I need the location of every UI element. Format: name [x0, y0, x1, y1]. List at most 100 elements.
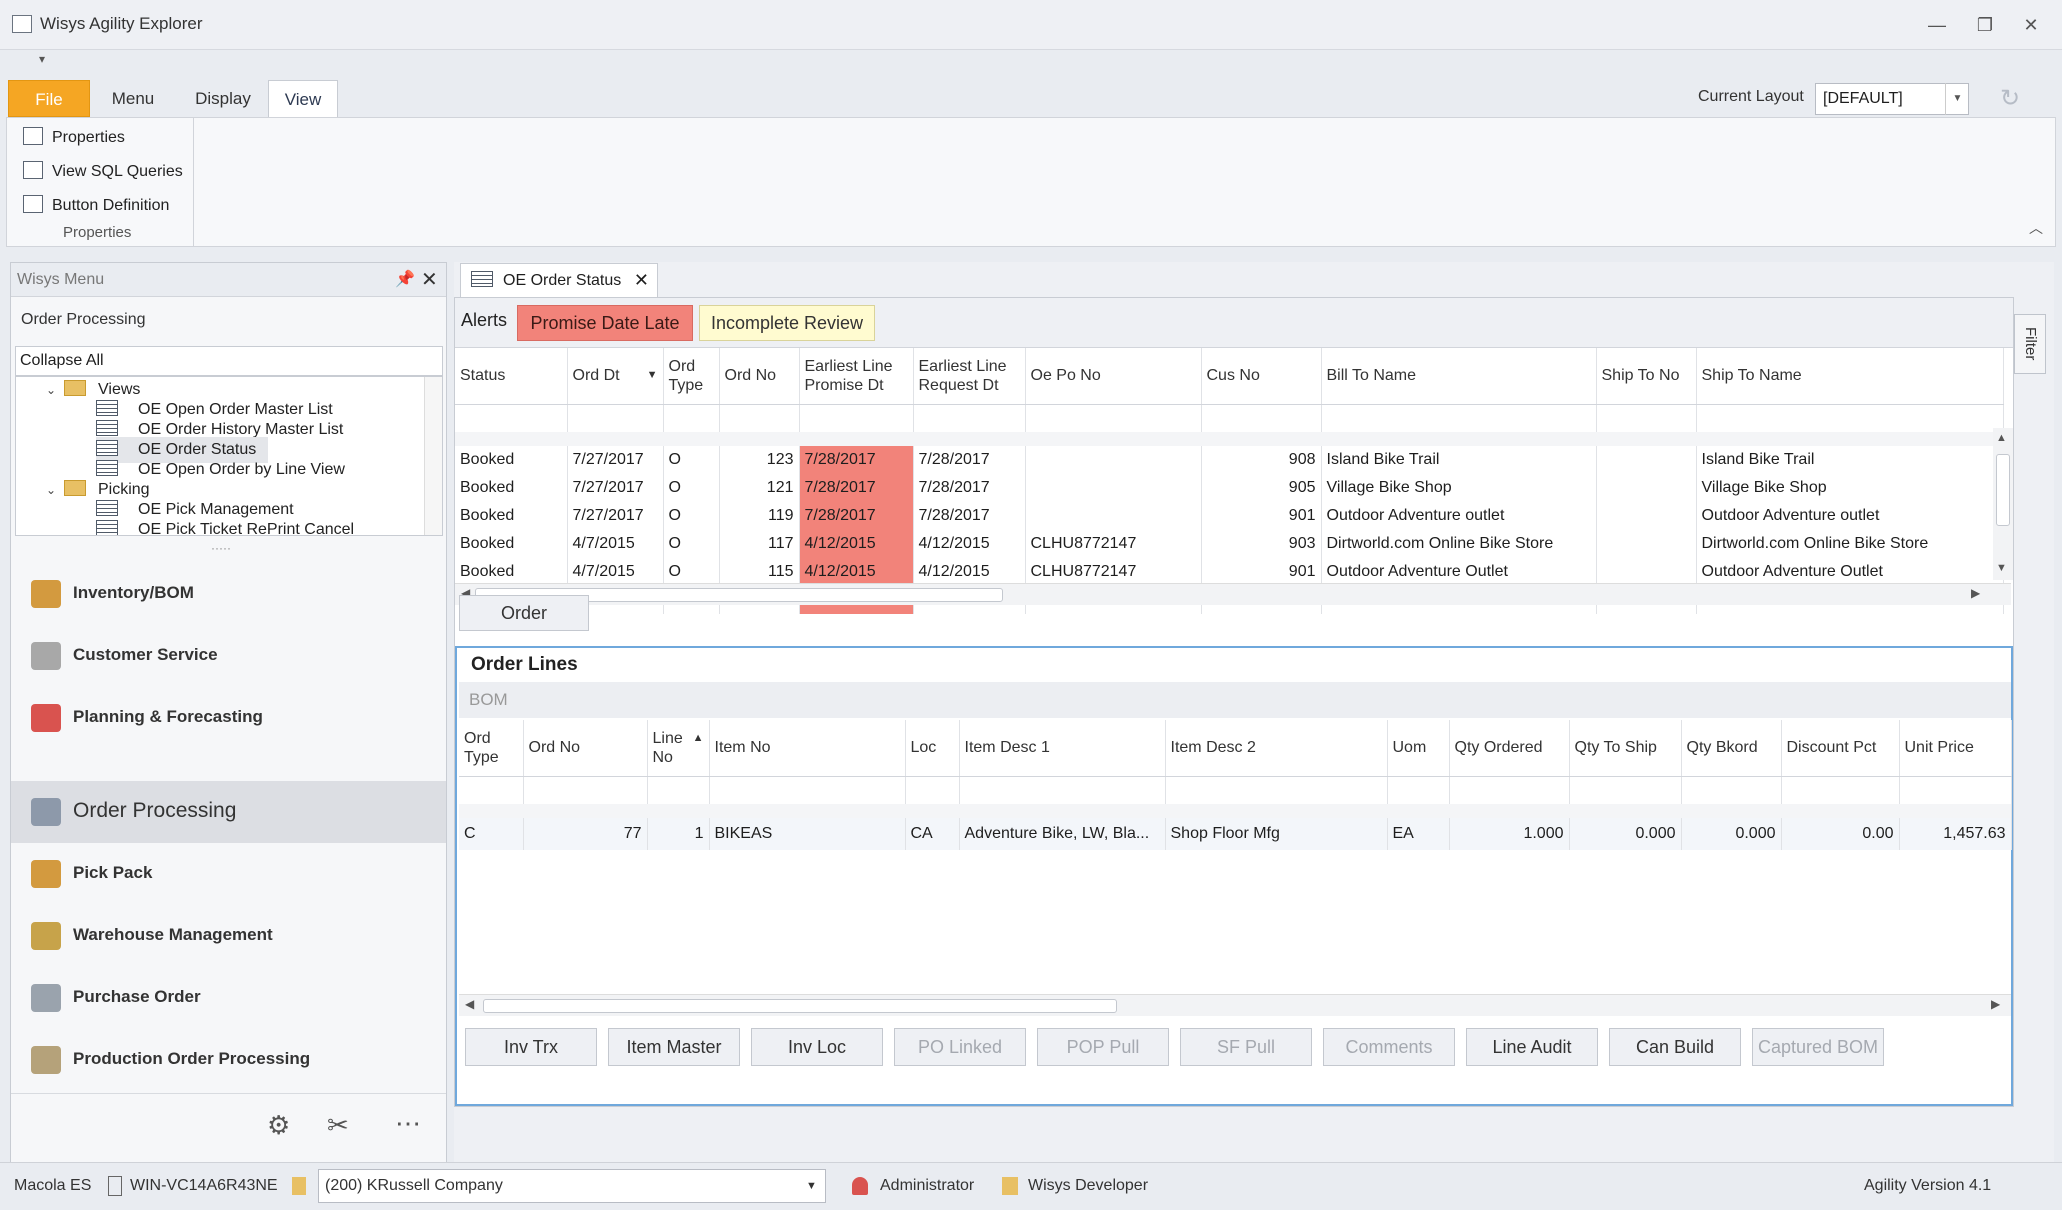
- order-cell[interactable]: 7/28/2017: [913, 446, 1026, 474]
- refresh-icon[interactable]: ↻: [2000, 84, 2020, 113]
- order-cell[interactable]: 117: [719, 530, 800, 558]
- more-icon[interactable]: ⋯: [395, 1108, 421, 1139]
- order-cell[interactable]: CLHU8772147: [1025, 558, 1202, 586]
- col-item-no[interactable]: Item No: [709, 720, 906, 777]
- order-line-cell[interactable]: EA: [1387, 818, 1450, 850]
- close-button[interactable]: ✕: [2016, 12, 2046, 38]
- order-cell[interactable]: Outdoor Adventure outlet: [1696, 502, 2004, 530]
- filter-row[interactable]: [455, 404, 2004, 432]
- col-cus-no[interactable]: Cus No: [1201, 348, 1322, 405]
- order-line-cell[interactable]: 77: [523, 818, 648, 850]
- order-line-row[interactable]: C 77 1 BIKEAS CA Adventure Bike, LW, Bla... Sh…: [459, 818, 2012, 850]
- col-ord-no[interactable]: Ord No: [719, 348, 800, 405]
- order-line-cell[interactable]: 0.000: [1681, 818, 1782, 850]
- order-line-cell[interactable]: C: [459, 818, 524, 850]
- order-line-cell[interactable]: 0.000: [1569, 818, 1682, 850]
- chevron-down-icon[interactable]: ▼: [1945, 83, 1969, 115]
- order-cell[interactable]: 7/27/2017: [567, 474, 664, 502]
- col-ord-no[interactable]: Ord No: [523, 720, 648, 777]
- chevron-down-icon[interactable]: ⌄: [46, 377, 64, 403]
- order-cell[interactable]: Dirtworld.com Online Bike Store: [1696, 530, 2004, 558]
- col-unit-price[interactable]: Unit Price: [1899, 720, 2012, 777]
- col-ord-type[interactable]: Ord Type: [663, 348, 720, 405]
- order-cell[interactable]: Island Bike Trail: [1696, 446, 2004, 474]
- can-build-button[interactable]: Can Build: [1609, 1028, 1741, 1066]
- col-qty-to-ship[interactable]: Qty To Ship: [1569, 720, 1682, 777]
- filter-tab[interactable]: Filter: [2014, 314, 2046, 374]
- order-cell[interactable]: [1025, 446, 1202, 474]
- order-cell[interactable]: CLHU8772147: [1025, 530, 1202, 558]
- order-cell[interactable]: Outdoor Adventure Outlet: [1696, 558, 2004, 586]
- nav-purchase-order[interactable]: Purchase Order: [11, 967, 446, 1029]
- order-cell[interactable]: O: [663, 502, 720, 530]
- tab-menu[interactable]: Menu: [98, 80, 168, 117]
- order-cell[interactable]: [1596, 474, 1697, 502]
- order-cell[interactable]: [1596, 502, 1697, 530]
- item-master-button[interactable]: Item Master: [608, 1028, 740, 1066]
- order-line-cell[interactable]: 1.000: [1449, 818, 1570, 850]
- order-cell[interactable]: Booked: [455, 474, 568, 502]
- order-cell[interactable]: O: [663, 530, 720, 558]
- quick-access-dropdown-icon[interactable]: ▾: [30, 52, 54, 72]
- nav-warehouse-management[interactable]: Warehouse Management: [11, 905, 446, 967]
- pop-pull-button[interactable]: POP Pull: [1037, 1028, 1169, 1066]
- order-row[interactable]: Booked 4/7/2015 O 117 4/12/2015 4/12/2015 CLHU…: [455, 530, 2004, 558]
- promise-date-late-alert[interactable]: Promise Date Late: [517, 305, 693, 341]
- order-cell[interactable]: Dirtworld.com Online Bike Store: [1321, 530, 1597, 558]
- nav-customer-service[interactable]: Customer Service: [11, 625, 446, 687]
- close-icon[interactable]: ✕: [421, 267, 438, 292]
- order-cell[interactable]: Booked: [455, 446, 568, 474]
- order-cell[interactable]: 7/27/2017: [567, 502, 664, 530]
- col-ord-dt[interactable]: Ord Dt ▼: [567, 348, 664, 405]
- order-cell[interactable]: 115: [719, 558, 800, 586]
- order-row[interactable]: Booked 7/27/2017 O 119 7/28/2017 7/28/2017 901…: [455, 502, 2004, 530]
- doc-tab-oe-order-status[interactable]: OE Order Status ✕: [460, 263, 658, 298]
- line-audit-button[interactable]: Line Audit: [1466, 1028, 1598, 1066]
- order-row[interactable]: Booked 7/27/2017 O 123 7/28/2017 7/28/2017 908…: [455, 446, 2004, 474]
- col-request-dt[interactable]: Earliest Line Request Dt: [913, 348, 1026, 405]
- nav-order-processing[interactable]: Order Processing: [11, 781, 446, 843]
- order-cell[interactable]: 121: [719, 474, 800, 502]
- order-cell[interactable]: [1596, 558, 1697, 586]
- order-cell[interactable]: 4/7/2015: [567, 558, 664, 586]
- nav-pick-pack[interactable]: Pick Pack: [11, 843, 446, 905]
- chevron-down-icon[interactable]: ⌄: [46, 477, 64, 503]
- order-line-cell[interactable]: 1,457.63: [1899, 818, 2012, 850]
- col-uom[interactable]: Uom: [1387, 720, 1450, 777]
- col-bill-to-name[interactable]: Bill To Name: [1321, 348, 1597, 405]
- order-row[interactable]: Booked 4/7/2015 O 115 4/12/2015 4/12/2015 CLHU…: [455, 558, 2004, 586]
- incomplete-review-alert[interactable]: Incomplete Review: [699, 305, 875, 341]
- order-cell[interactable]: Village Bike Shop: [1696, 474, 2004, 502]
- bom-tab[interactable]: BOM: [459, 682, 2011, 718]
- order-cell[interactable]: 4/7/2015: [567, 530, 664, 558]
- orders-vscroll[interactable]: ▲ ▼: [1993, 428, 2013, 580]
- tab-display[interactable]: Display: [178, 80, 268, 117]
- nav-production-order-processing[interactable]: Production Order Processing: [11, 1029, 446, 1091]
- order-cell[interactable]: Booked: [455, 530, 568, 558]
- order-cell[interactable]: Outdoor Adventure Outlet: [1321, 558, 1597, 586]
- col-discount-pct[interactable]: Discount Pct: [1781, 720, 1900, 777]
- splitter-handle[interactable]: ·····: [211, 541, 231, 555]
- pin-icon[interactable]: 📌: [395, 269, 415, 289]
- properties-button[interactable]: Properties: [23, 124, 125, 152]
- col-ship-to-name[interactable]: Ship To Name: [1696, 348, 2004, 405]
- order-cell[interactable]: Village Bike Shop: [1321, 474, 1597, 502]
- order-cell[interactable]: 903: [1201, 530, 1322, 558]
- order-cell[interactable]: 7/28/2017: [799, 474, 914, 502]
- col-status[interactable]: Status: [455, 348, 568, 405]
- inv-trx-button[interactable]: Inv Trx: [465, 1028, 597, 1066]
- order-cell[interactable]: Outdoor Adventure outlet: [1321, 502, 1597, 530]
- col-ship-to-no[interactable]: Ship To No: [1596, 348, 1697, 405]
- order-cell[interactable]: 7/28/2017: [913, 474, 1026, 502]
- order-row[interactable]: Booked 7/27/2017 O 121 7/28/2017 7/28/2017 905…: [455, 474, 2004, 502]
- order-cell[interactable]: 905: [1201, 474, 1322, 502]
- comments-button[interactable]: Comments: [1323, 1028, 1455, 1066]
- order-line-cell[interactable]: 1: [647, 818, 710, 850]
- tab-file[interactable]: File: [8, 80, 90, 117]
- minimize-button[interactable]: —: [1922, 12, 1952, 38]
- tab-view[interactable]: View: [268, 80, 338, 117]
- order-cell[interactable]: [1025, 474, 1202, 502]
- close-tab-icon[interactable]: ✕: [634, 264, 649, 297]
- order-cell[interactable]: O: [663, 558, 720, 586]
- lines-hscroll[interactable]: ◀ ▶: [459, 994, 2011, 1016]
